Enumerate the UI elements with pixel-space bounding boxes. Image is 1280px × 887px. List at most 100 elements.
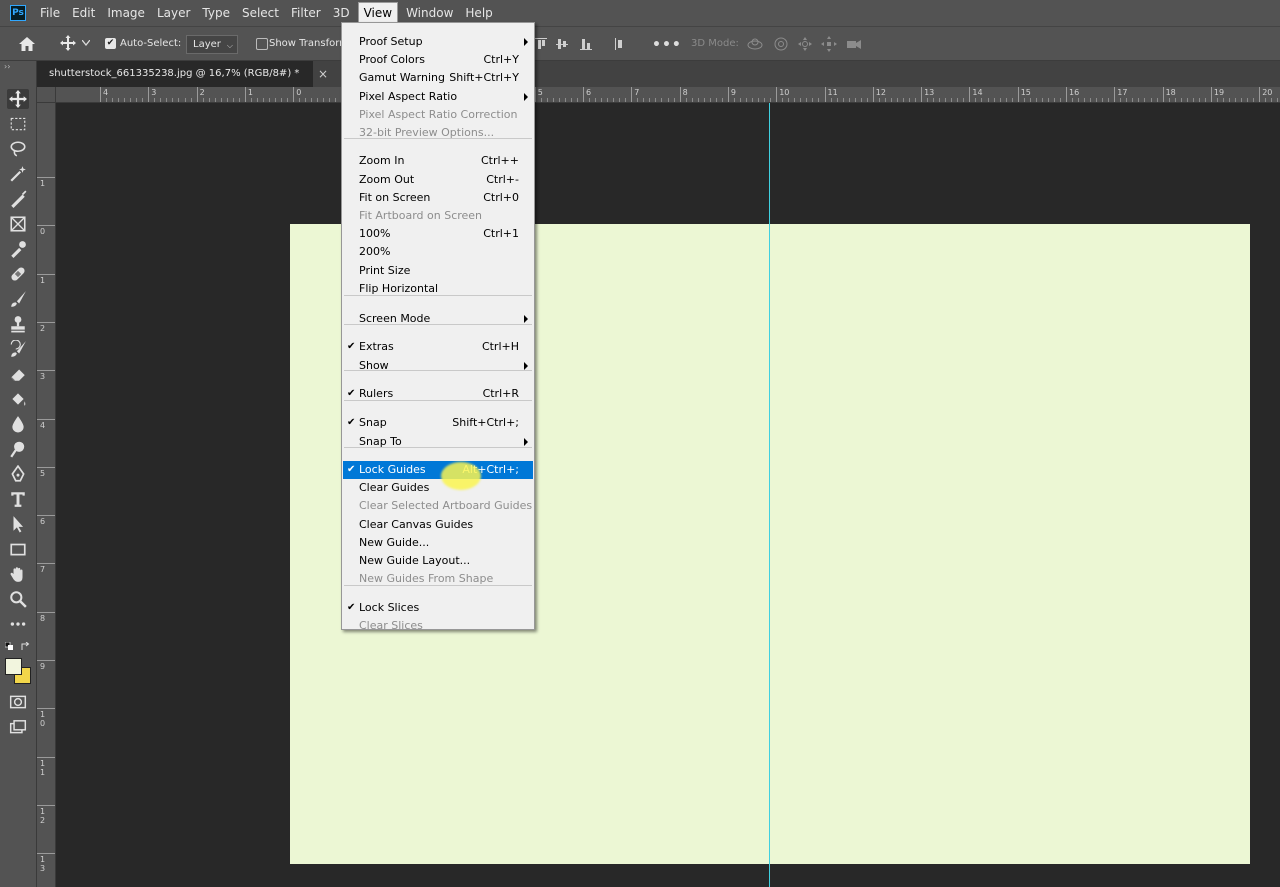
view-menu-item-snap-to[interactable]: Snap To [343,433,533,451]
menu-bar: Ps File Edit Image Layer Type Select Filter 3D V… [0,0,1280,26]
view-menu-item-clear-guides[interactable]: Clear Guides [343,479,533,497]
swap-colors-icon[interactable] [21,642,31,651]
menu-edit[interactable]: Edit [68,2,99,24]
foreground-color-swatch[interactable] [5,658,22,675]
view-menu-item-fit-on-screen[interactable]: Fit on Screen Ctrl+0 [343,189,533,207]
view-menu-item-snap[interactable]: ✔ Snap Shift+Ctrl+; [343,414,533,432]
path-selection-tool[interactable] [7,514,29,534]
view-menu-item-zoom-in[interactable]: Zoom In Ctrl++ [343,152,533,170]
view-menu-item-clear-canvas-guides[interactable]: Clear Canvas Guides [343,516,533,534]
menu-item-label: Print Size [359,264,411,277]
align-vertical-center-icon[interactable] [556,37,568,51]
blur-tool[interactable] [7,414,29,434]
ruler-label: 17 [1117,88,1128,97]
menu-type[interactable]: Type [198,2,234,24]
clone-stamp-tool[interactable] [7,314,29,334]
close-tab-icon[interactable]: × [318,67,328,81]
view-menu-item-new-guide-layout[interactable]: New Guide Layout... [343,552,533,570]
eraser-tool[interactable] [7,364,29,384]
view-menu-item-lock-guides[interactable]: ✔ Lock Guides Alt+Ctrl+; [343,461,533,479]
ruler-minor-tick [1168,98,1170,102]
menu-layer[interactable]: Layer [153,2,194,24]
view-menu-item-new-guide[interactable]: New Guide... [343,534,533,552]
view-menu-item-screen-mode[interactable]: Screen Mode [343,310,533,328]
view-menu-item-extras[interactable]: ✔ Extras Ctrl+H [343,338,533,356]
hand-tool[interactable] [7,564,29,584]
view-menu-item-zoom-out[interactable]: Zoom Out Ctrl+- [343,171,533,189]
menu-file[interactable]: File [36,2,64,24]
menu-image[interactable]: Image [103,2,149,24]
chevron-down-icon[interactable] [82,40,90,46]
menu-3d[interactable]: 3D [329,2,354,24]
pen-tool[interactable] [7,464,29,484]
3d-slide-icon[interactable] [821,36,837,52]
auto-select-checkbox[interactable]: ✔ [105,38,116,49]
align-top-icon[interactable] [535,37,547,51]
default-colors-icon[interactable] [5,642,14,651]
show-transform-checkbox[interactable] [256,38,268,50]
view-menu-item-pixel-aspect-ratio[interactable]: Pixel Aspect Ratio [343,88,533,106]
distribute-icon[interactable] [613,37,625,51]
menu-help[interactable]: Help [461,2,496,24]
view-menu-item-200[interactable]: 200% [343,243,533,261]
view-menu-item-100[interactable]: 100% Ctrl+1 [343,225,533,243]
view-menu-item-print-size[interactable]: Print Size [343,262,533,280]
menu-window[interactable]: Window [402,2,457,24]
frame-tool[interactable] [7,214,29,234]
ruler-tick [244,87,246,102]
brush-tool[interactable] [7,289,29,309]
paint-bucket-tool[interactable] [7,389,29,409]
panel-collapse-icon[interactable]: ›› [4,62,10,71]
marquee-tool[interactable] [7,114,29,134]
view-menu-item-lock-slices[interactable]: ✔ Lock Slices [343,599,533,617]
align-bottom-icon[interactable] [580,37,592,51]
screen-mode-button[interactable] [7,717,29,737]
more-tools[interactable] [7,614,29,634]
menu-select[interactable]: Select [238,2,283,24]
layer-select-dropdown[interactable]: Layer ⌵ [186,35,238,54]
vertical-ruler[interactable]: 1 0 1 2 3 4 5 6 7 8 9 10 11 12 13 [37,103,56,887]
ruler-label: 1 [40,275,46,285]
view-menu-item-proof-colors[interactable]: Proof Colors Ctrl+Y [343,51,533,69]
ruler-label: 0 [296,88,302,97]
document-tab[interactable]: shutterstock_661335238.jpg @ 16,7% (RGB/… [37,61,313,87]
rectangle-tool[interactable] [7,539,29,559]
ruler-origin[interactable] [37,87,56,103]
type-tool[interactable] [7,489,29,509]
move-tool-icon[interactable] [60,35,76,51]
history-brush-tool[interactable] [7,339,29,359]
ruler-minor-tick [329,98,331,102]
menu-separator [344,400,532,401]
quick-mask-button[interactable] [7,692,29,712]
eyedropper-tool[interactable] [7,239,29,259]
ruler-minor-tick [226,98,228,102]
ruler-tick [872,87,874,102]
healing-brush-tool[interactable] [7,264,29,284]
ruler-minor-tick [619,98,621,102]
3d-camera-icon[interactable] [846,36,862,52]
dodge-tool[interactable] [7,439,29,459]
ruler-tick [776,87,778,102]
more-options-icon[interactable]: ••• [652,37,682,53]
view-menu-item-gamut-warning[interactable]: Gamut Warning Shift+Ctrl+Y [343,69,533,87]
magic-wand-tool[interactable] [7,164,29,184]
home-icon[interactable] [18,36,36,52]
3d-roll-icon[interactable] [773,36,789,52]
rectangle-shape-icon [10,543,26,556]
pen-slice-tool[interactable] [7,189,29,209]
menu-view[interactable]: View [357,2,399,24]
menu-filter[interactable]: Filter [287,2,325,24]
move-tool[interactable] [7,89,29,109]
view-menu-item-show[interactable]: Show [343,357,533,375]
ruler-minor-tick [190,98,192,102]
zoom-tool[interactable] [7,589,29,609]
menu-item-label: New Guide... [359,536,430,549]
3d-orbit-icon[interactable] [747,36,763,52]
canvas-area[interactable] [56,103,1280,887]
lasso-tool[interactable] [7,139,29,159]
screen-mode-icon [9,720,27,734]
view-menu-item-proof-setup[interactable]: Proof Setup [343,33,533,51]
horizontal-ruler[interactable]: 432101234567891011121314151617181920 [56,87,1280,103]
vertical-guide[interactable] [769,103,770,887]
3d-pan-icon[interactable] [797,36,813,52]
